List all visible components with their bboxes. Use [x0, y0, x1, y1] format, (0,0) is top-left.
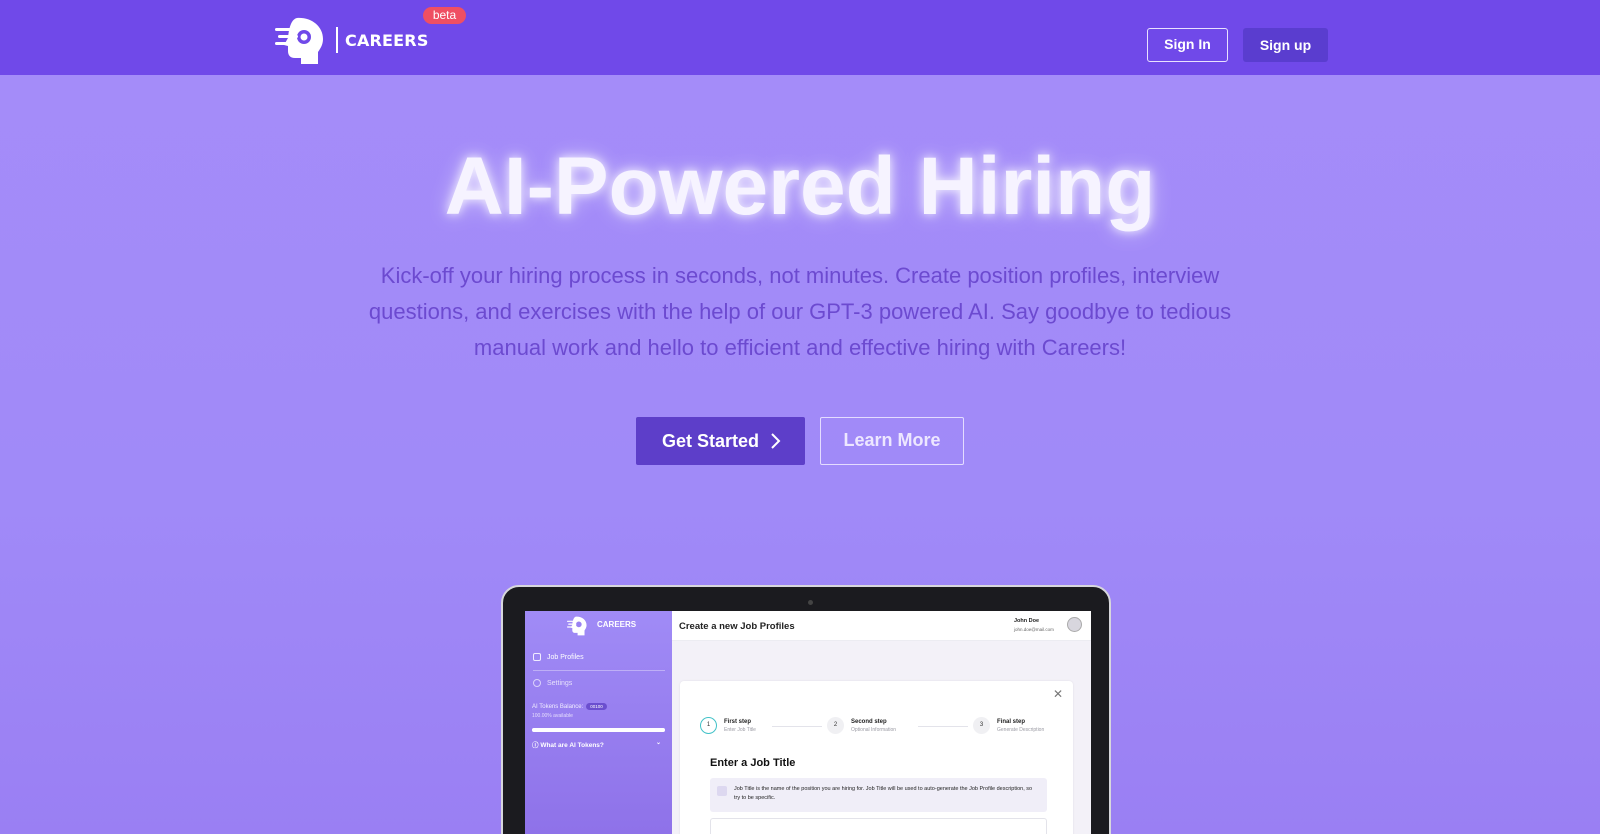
step-subtitle: Generate Description — [997, 727, 1045, 733]
careers-logo[interactable]: CAREERS — [275, 16, 495, 66]
avatar[interactable] — [1067, 617, 1082, 632]
faq-label: What are AI Tokens? — [540, 742, 604, 749]
logo-text: CAREERS — [345, 31, 429, 50]
info-box: Job Title is the name of the position yo… — [710, 778, 1047, 812]
get-started-button[interactable]: Get Started — [636, 417, 805, 465]
sidebar-item-settings[interactable]: Settings — [533, 679, 572, 687]
step-number: 1 — [700, 717, 717, 734]
robot-head-icon — [275, 17, 323, 64]
top-navbar: CAREERS beta Sign In Sign up — [0, 0, 1600, 75]
tokens-progress-bar — [532, 728, 665, 732]
laptop-mockup: CAREERS Job Profiles Settings AI Tokens … — [501, 585, 1111, 834]
sidebar-item-label: Job Profiles — [547, 653, 584, 661]
gear-icon — [533, 679, 541, 687]
step-title: First step — [724, 719, 752, 725]
job-profile-card: ✕ 1 First step Enter Job Title 2 Second … — [680, 681, 1073, 834]
step-connector — [918, 726, 968, 727]
sign-in-button[interactable]: Sign In — [1147, 28, 1228, 62]
user-email: john.doe@mail.com — [1014, 627, 1054, 632]
close-icon[interactable]: ✕ — [1053, 687, 1063, 701]
page-title: Create a new Job Profiles — [679, 621, 795, 632]
info-text: Job Title is the name of the position yo… — [734, 786, 1033, 801]
tokens-label: AI Tokens Balance: — [532, 704, 584, 710]
tokens-progress-fill — [532, 728, 665, 732]
app-screenshot: CAREERS Job Profiles Settings AI Tokens … — [525, 611, 1091, 834]
app-main: Create a new Job Profiles John Doe john.… — [672, 611, 1091, 834]
chevron-right-icon — [771, 433, 781, 449]
document-icon — [533, 653, 541, 661]
hero-subtitle: Kick-off your hiring process in seconds,… — [368, 263, 1232, 360]
user-name: John Doe — [1014, 618, 1040, 624]
learn-more-button[interactable]: Learn More — [820, 417, 964, 465]
tokens-available: 100.00% available — [532, 713, 573, 719]
sidebar-item-job-profiles[interactable]: Job Profiles — [533, 653, 584, 661]
app-sidebar: CAREERS Job Profiles Settings AI Tokens … — [525, 611, 672, 834]
job-title-input[interactable] — [710, 818, 1047, 834]
sidebar-divider — [533, 670, 665, 671]
step-connector — [772, 726, 822, 727]
laptop-camera — [808, 600, 813, 605]
chevron-down-icon: ⌄ — [656, 740, 662, 746]
step-number: 3 — [973, 717, 990, 734]
hero-title: AI-Powered Hiring — [444, 141, 1156, 232]
sidebar-logo-text: CAREERS — [597, 620, 637, 629]
step-subtitle: Enter Job Title — [724, 727, 756, 733]
beta-badge: beta — [423, 7, 466, 24]
tokens-faq-toggle[interactable]: ⓘ What are AI Tokens? ⌄ — [532, 739, 661, 749]
sign-up-button[interactable]: Sign up — [1243, 28, 1328, 62]
robot-head-icon — [567, 616, 587, 636]
step-subtitle: Optional Information — [851, 727, 897, 733]
logo-divider — [336, 27, 338, 53]
card-heading: Enter a Job Title — [710, 757, 796, 769]
step-title: Second step — [851, 719, 887, 725]
app-header: Create a new Job Profiles John Doe john.… — [672, 611, 1091, 641]
tokens-badge: 00100 — [586, 703, 607, 710]
step-number: 2 — [827, 717, 844, 734]
step-title: Final step — [997, 719, 1026, 725]
info-icon — [717, 786, 727, 796]
get-started-label: Get Started — [662, 431, 760, 451]
sidebar-item-label: Settings — [547, 679, 573, 687]
tokens-balance: AI Tokens Balance: 00100 — [532, 703, 607, 710]
